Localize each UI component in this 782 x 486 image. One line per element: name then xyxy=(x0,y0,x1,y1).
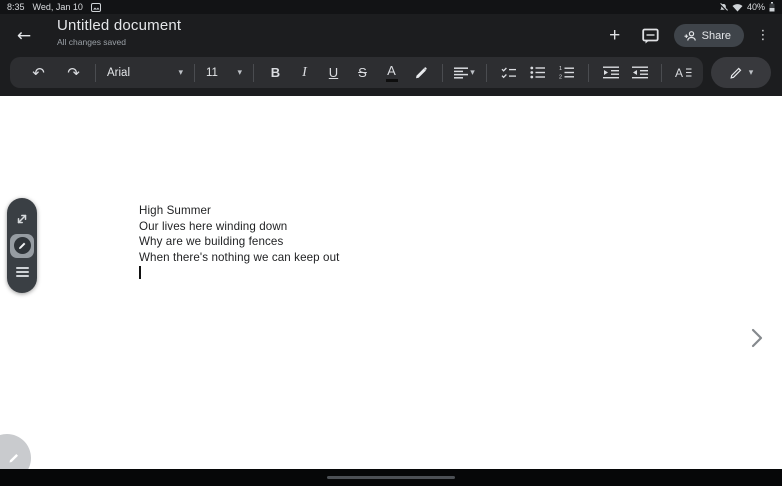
toolbar-divider xyxy=(95,64,96,82)
stylus-pen-icon xyxy=(14,237,31,254)
status-bar: 8:35 Wed, Jan 10 40% xyxy=(0,0,782,14)
expand-icon xyxy=(15,212,29,226)
pen-icon xyxy=(7,451,21,465)
overflow-menu-button[interactable]: ⋮ xyxy=(754,23,772,49)
svg-text:A: A xyxy=(675,66,683,79)
chevron-down-icon: ▾ xyxy=(237,68,242,78)
chevron-down-icon: ▾ xyxy=(178,68,183,78)
paragraph-format-button[interactable]: A xyxy=(669,57,698,88)
toolbar-divider xyxy=(588,64,589,82)
indent-decrease-icon xyxy=(603,66,619,79)
undo-button[interactable]: ↶ xyxy=(24,57,53,88)
toolbar-divider xyxy=(194,64,195,82)
font-size-dropdown[interactable]: 11 ▾ xyxy=(202,57,246,88)
highlighter-icon xyxy=(414,66,428,80)
comment-icon xyxy=(642,28,659,44)
comments-button[interactable] xyxy=(638,23,664,49)
pill-menu-button[interactable] xyxy=(10,260,34,284)
app-header: ← Untitled document All changes saved + … xyxy=(0,14,782,57)
hamburger-icon xyxy=(16,267,29,277)
document-title[interactable]: Untitled document xyxy=(57,17,181,34)
formatting-toolbar: ↶ ↷ Arial ▾ 11 ▾ B I U S A xyxy=(0,57,782,96)
indent-increase-button[interactable] xyxy=(625,57,654,88)
doc-line[interactable]: High Summer xyxy=(139,203,339,219)
document-canvas[interactable]: High Summer Our lives here winding down … xyxy=(0,96,782,469)
align-dropdown[interactable]: ▾ xyxy=(450,57,479,88)
underline-button[interactable]: U xyxy=(319,57,348,88)
stylus-tool-pill xyxy=(7,198,37,293)
screenshot-icon xyxy=(91,3,101,12)
person-add-icon xyxy=(684,30,697,42)
bulleted-list-icon xyxy=(530,66,545,79)
align-left-icon xyxy=(454,67,468,79)
status-time: 8:35 xyxy=(7,2,25,12)
numbered-list-button[interactable]: 12 xyxy=(552,57,581,88)
text-color-label: A xyxy=(387,63,396,78)
chevron-down-icon: ▾ xyxy=(749,68,754,78)
pen-mode-dropdown[interactable]: ▾ xyxy=(711,57,771,88)
battery-percent: 40% xyxy=(747,2,765,12)
bulleted-list-button[interactable] xyxy=(523,57,552,88)
strikethrough-button[interactable]: S xyxy=(348,57,377,88)
svg-text:2: 2 xyxy=(559,74,562,79)
google-docs-app: 8:35 Wed, Jan 10 40% ← Untitled document… xyxy=(0,0,782,486)
status-date: Wed, Jan 10 xyxy=(33,2,83,12)
toolbar-divider xyxy=(486,64,487,82)
indent-increase-icon xyxy=(632,66,648,79)
next-page-chevron[interactable] xyxy=(748,327,766,349)
paragraph-format-icon: A xyxy=(675,66,692,79)
system-nav-bar xyxy=(0,469,782,486)
toolbar-strip: ↶ ↷ Arial ▾ 11 ▾ B I U S A xyxy=(10,57,703,88)
svg-text:1: 1 xyxy=(559,66,562,72)
checklist-button[interactable] xyxy=(494,57,523,88)
add-button[interactable]: + xyxy=(602,23,628,49)
wifi-icon xyxy=(732,3,743,12)
share-label: Share xyxy=(702,30,731,42)
bold-button[interactable]: B xyxy=(261,57,290,88)
checklist-icon xyxy=(501,66,517,80)
stylus-pen-button[interactable] xyxy=(10,234,34,258)
italic-button[interactable]: I xyxy=(290,57,319,88)
toolbar-divider xyxy=(661,64,662,82)
mute-icon xyxy=(719,3,728,12)
numbered-list-icon: 12 xyxy=(559,66,574,79)
text-color-button[interactable]: A xyxy=(377,57,406,88)
back-button[interactable]: ← xyxy=(12,24,36,48)
save-status: All changes saved xyxy=(57,37,181,47)
doc-line[interactable]: Our lives here winding down xyxy=(139,219,339,235)
current-color-bar xyxy=(386,79,398,82)
font-family-dropdown[interactable]: Arial ▾ xyxy=(103,57,187,88)
toolbar-divider xyxy=(253,64,254,82)
toolbar-divider xyxy=(442,64,443,82)
chevron-down-icon: ▾ xyxy=(470,68,475,78)
expand-button[interactable] xyxy=(10,207,34,231)
share-button[interactable]: Share xyxy=(674,24,744,47)
document-text[interactable]: High Summer Our lives here winding down … xyxy=(139,203,339,281)
doc-line[interactable]: When there's nothing we can keep out xyxy=(139,250,339,266)
doc-line[interactable]: Why are we building fences xyxy=(139,234,339,250)
font-size-value: 11 xyxy=(206,67,218,79)
text-cursor xyxy=(139,266,141,279)
battery-icon xyxy=(769,2,775,12)
document-title-block[interactable]: Untitled document All changes saved xyxy=(57,17,181,47)
indent-decrease-button[interactable] xyxy=(596,57,625,88)
home-indicator[interactable] xyxy=(327,476,455,479)
redo-button[interactable]: ↷ xyxy=(59,57,88,88)
edit-pen-icon xyxy=(729,66,743,80)
kebab-icon: ⋮ xyxy=(757,28,770,43)
font-family-value: Arial xyxy=(107,67,130,79)
highlight-button[interactable] xyxy=(406,57,435,88)
plus-icon: + xyxy=(609,26,620,45)
